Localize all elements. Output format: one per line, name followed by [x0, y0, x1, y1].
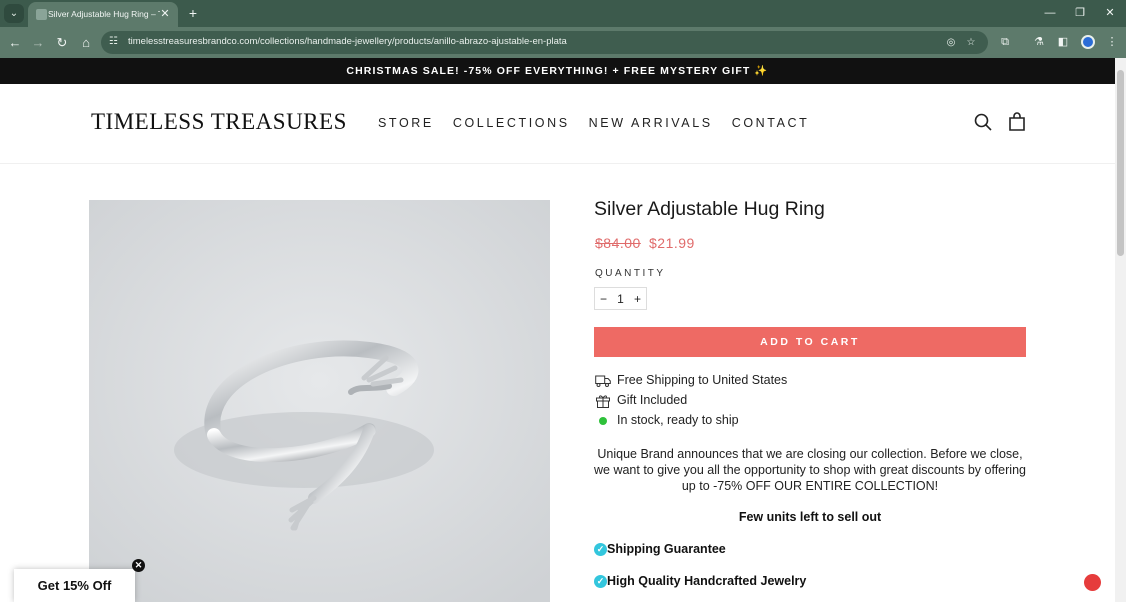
product-image[interactable] — [89, 200, 550, 602]
popup-close-icon[interactable]: ✕ — [132, 559, 145, 572]
browser-tab-bar: ⌄ Silver Adjustable Hug Ring – Ti ✕ + — … — [0, 0, 1126, 27]
product-title: Silver Adjustable Hug Ring — [594, 198, 825, 220]
truck-icon — [595, 375, 611, 387]
quantity-input[interactable]: 1 — [612, 292, 629, 306]
nav-contact[interactable]: CONTACT — [732, 116, 810, 130]
minimize-icon[interactable]: — — [1038, 4, 1062, 22]
product-description: Unique Brand announces that we are closi… — [594, 447, 1026, 493]
original-price: $84.00 — [595, 235, 641, 251]
chat-widget-icon[interactable] — [1084, 574, 1101, 591]
ring-illustration — [89, 200, 550, 602]
feature-stock: In stock, ready to ship — [594, 412, 1026, 430]
feature-shipping: Free Shipping to United States — [594, 372, 1026, 390]
feature-gift: Gift Included — [594, 392, 1026, 410]
restore-icon[interactable]: ❐ — [1068, 4, 1092, 22]
tab-close-icon[interactable]: ✕ — [158, 7, 172, 21]
in-stock-dot-icon — [599, 417, 607, 425]
tab-title: Silver Adjustable Hug Ring – Ti — [48, 9, 160, 19]
sale-price: $21.99 — [649, 235, 695, 251]
eye-off-icon[interactable]: ◎ — [943, 35, 959, 51]
forward-icon[interactable]: → — [28, 33, 48, 53]
guarantee-shipping-text: Shipping Guarantee — [607, 542, 726, 556]
labs-icon[interactable]: ⚗ — [1030, 33, 1048, 51]
guarantee-shipping: ✓ Shipping Guarantee — [594, 542, 1026, 560]
page-scrollbar[interactable] — [1115, 58, 1126, 602]
quantity-stepper: − 1 + — [594, 287, 647, 310]
extensions-icon[interactable]: ⧉ — [996, 33, 1014, 51]
checkmark-icon: ✓ — [594, 575, 607, 588]
browser-toolbar: ← → ↻ ⌂ ☷ timelesstreasuresbrandco.com/c… — [0, 27, 1126, 58]
new-tab-button[interactable]: + — [184, 4, 202, 22]
sidebar-icon[interactable]: ◧ — [1054, 33, 1072, 51]
nav-collections[interactable]: COLLECTIONS — [453, 116, 570, 130]
nav-new-arrivals[interactable]: NEW ARRIVALS — [589, 116, 713, 130]
guarantee-quality: ✓ High Quality Handcrafted Jewelry — [594, 574, 1026, 592]
gift-icon — [596, 395, 610, 408]
search-icon[interactable] — [973, 112, 993, 132]
favicon-icon — [36, 9, 47, 20]
scrollbar-thumb[interactable] — [1117, 70, 1124, 256]
quantity-label: QUANTITY — [595, 268, 666, 279]
discount-popup-button[interactable]: Get 15% Off — [14, 569, 135, 602]
tab-search-icon[interactable]: ⌄ — [4, 4, 24, 23]
web-page: CHRISTMAS SALE! -75% OFF EVERYTHING! + F… — [0, 58, 1115, 602]
main-nav: STORE COLLECTIONS NEW ARRIVALS CONTACT — [378, 116, 828, 130]
window-close-icon[interactable]: ✕ — [1098, 4, 1122, 22]
browser-tab[interactable]: Silver Adjustable Hug Ring – Ti ✕ — [28, 2, 178, 27]
url-text[interactable]: timelesstreasuresbrandco.com/collections… — [128, 36, 567, 47]
feature-stock-text: In stock, ready to ship — [617, 413, 739, 427]
profile-icon[interactable] — [1081, 35, 1095, 49]
cart-icon[interactable] — [1007, 112, 1027, 132]
star-icon[interactable]: ☆ — [963, 35, 979, 51]
address-bar[interactable]: ☷ timelesstreasuresbrandco.com/collectio… — [101, 31, 988, 54]
menu-icon[interactable]: ⋮ — [1103, 33, 1121, 51]
add-to-cart-button[interactable]: ADD TO CART — [594, 327, 1026, 357]
back-icon[interactable]: ← — [5, 33, 25, 53]
announcement-bar[interactable]: CHRISTMAS SALE! -75% OFF EVERYTHING! + F… — [0, 58, 1115, 84]
site-logo[interactable]: TIMELESS TREASURES — [91, 109, 347, 135]
feature-gift-text: Gift Included — [617, 393, 688, 407]
quantity-decrease-button[interactable]: − — [595, 292, 612, 306]
home-icon[interactable]: ⌂ — [76, 33, 96, 53]
nav-store[interactable]: STORE — [378, 116, 434, 130]
few-units-text: Few units left to sell out — [738, 510, 882, 524]
checkmark-icon: ✓ — [594, 543, 607, 556]
quantity-increase-button[interactable]: + — [629, 292, 646, 306]
feature-shipping-text: Free Shipping to United States — [617, 373, 788, 387]
reload-icon[interactable]: ↻ — [52, 33, 72, 53]
guarantee-quality-text: High Quality Handcrafted Jewelry — [607, 574, 807, 588]
site-header: TIMELESS TREASURES STORE COLLECTIONS NEW… — [0, 84, 1115, 164]
site-settings-icon[interactable]: ☷ — [109, 35, 123, 49]
